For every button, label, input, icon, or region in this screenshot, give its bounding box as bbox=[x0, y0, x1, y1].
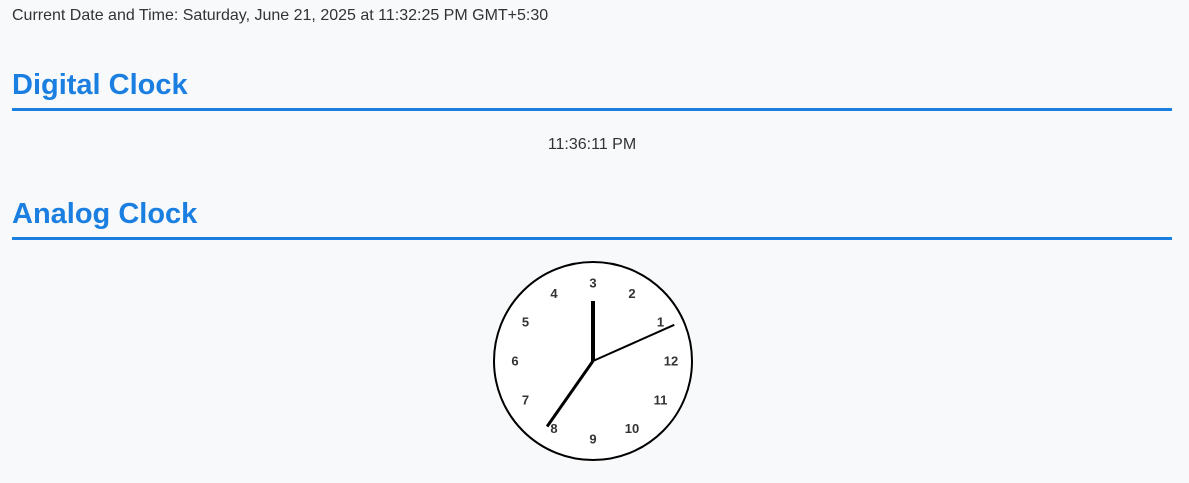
digital-clock-heading: Digital Clock bbox=[12, 68, 1172, 111]
analog-clock: 1 2 3 4 5 6 7 8 9 10 11 12 bbox=[492, 260, 694, 462]
analog-clock-heading: Analog Clock bbox=[12, 197, 1172, 240]
clock-number-4: 4 bbox=[550, 286, 558, 301]
clock-number-8: 8 bbox=[550, 421, 557, 436]
clock-number-10: 10 bbox=[625, 421, 639, 436]
clock-number-3: 3 bbox=[589, 276, 596, 291]
clock-number-2: 2 bbox=[628, 286, 635, 301]
clock-number-9: 9 bbox=[589, 432, 596, 447]
clock-number-1: 1 bbox=[657, 315, 664, 330]
clock-number-12: 12 bbox=[664, 354, 678, 369]
current-datetime-text: Current Date and Time: Saturday, June 21… bbox=[12, 7, 549, 24]
digital-clock-time: 11:36:11 PM bbox=[547, 136, 637, 153]
clock-number-5: 5 bbox=[522, 315, 529, 330]
clock-number-6: 6 bbox=[511, 354, 518, 369]
analog-clock-face: 123456789101112 bbox=[493, 261, 693, 461]
clock-number-7: 7 bbox=[522, 393, 529, 408]
clock-number-11: 11 bbox=[654, 393, 668, 408]
